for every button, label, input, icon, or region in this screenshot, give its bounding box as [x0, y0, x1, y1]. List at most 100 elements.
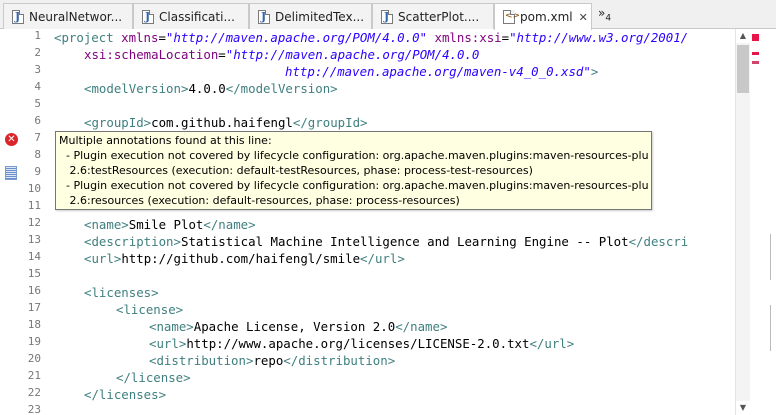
code-line[interactable]: <distribution>repo</distribution>: [149, 352, 395, 369]
scroll-down-arrow-icon[interactable]: ▼: [736, 401, 750, 415]
sash-grip: [770, 234, 776, 280]
xml-attribute: xmlns: [121, 30, 159, 45]
hidden-tab-count: 4: [605, 13, 612, 24]
xml-attribute: xmlns:xsi: [434, 30, 502, 45]
line-number: 13: [27, 233, 41, 246]
overview-error-indicator[interactable]: [752, 34, 759, 41]
line-number: 21: [27, 369, 41, 382]
xml-tag: <name>: [149, 319, 194, 334]
vertical-scrollbar[interactable]: [736, 43, 750, 401]
xml-tag: </license>: [116, 370, 191, 385]
code-line[interactable]: <name>Apache License, Version 2.0</name>: [149, 318, 447, 335]
xml-equals: =: [501, 30, 510, 45]
annotation-hover-popup: Multiple annotations found at this line:…: [55, 131, 652, 210]
line-number: 9: [34, 165, 41, 178]
line-number: 10: [27, 182, 41, 195]
overview-error-mark[interactable]: [752, 52, 759, 55]
xml-tag: <licenses>: [84, 285, 159, 300]
code-text-area[interactable]: <project xmlns="http://maven.apache.org/…: [54, 29, 735, 415]
xml-text: Smile Plot: [128, 217, 204, 232]
xml-tag: <groupId>: [84, 115, 152, 130]
xml-tag: <license>: [116, 302, 184, 317]
code-line[interactable]: </licenses>: [84, 386, 166, 403]
annotation-marker-icon[interactable]: [5, 166, 17, 180]
editor-tab-bar: J NeuralNetwor... J Classificati... J De…: [0, 0, 776, 30]
sash-grip: [770, 305, 776, 351]
line-number: 23: [27, 403, 41, 415]
line-number: 2: [34, 46, 41, 59]
tab-label: ScatterPlot....: [398, 9, 480, 24]
xml-value: "http://maven.apache.org/POM/4.0.0": [165, 30, 428, 45]
line-number: 15: [27, 267, 41, 280]
xml-tag: </licenses>: [84, 387, 167, 402]
error-marker-icon[interactable]: ✕: [5, 133, 18, 146]
line-number: 16: [27, 284, 41, 297]
line-number: 14: [27, 250, 41, 263]
line-number: 1: [34, 29, 41, 42]
line-number: 5: [34, 97, 41, 110]
code-line[interactable]: <licenses>: [84, 284, 159, 301]
xml-equals: =: [218, 47, 226, 62]
line-number: 11: [27, 199, 41, 212]
xml-tag: </modelVersion>: [225, 81, 338, 96]
code-line[interactable]: <license>: [116, 301, 183, 318]
tab-delimitedtext[interactable]: J DelimitedTex...: [249, 3, 372, 29]
line-number: 22: [27, 386, 41, 399]
line-number: 7: [34, 131, 41, 144]
xml-tag: </url>: [360, 251, 405, 266]
xml-text: com.github.haifengl: [151, 115, 293, 130]
xml-value: http://maven.apache.org/maven-v4_0_0.xsd…: [285, 64, 591, 79]
xml-tag: </descri: [628, 234, 689, 249]
line-number-ruler: 1 2 3 4 5 6 7 8 9 10 11 12 13 14 15 16 1…: [22, 29, 44, 415]
xml-text: Statistical Machine Intelligence and Lea…: [180, 234, 629, 249]
line-number: 12: [27, 216, 41, 229]
tab-pom-xml[interactable]: <> pom.xml ✕: [494, 3, 592, 30]
xml-tag: </url>: [529, 336, 575, 351]
xml-file-icon: <>: [503, 10, 520, 24]
java-file-icon: J: [142, 9, 154, 24]
line-number: 4: [34, 80, 41, 93]
close-icon[interactable]: ✕: [579, 11, 588, 24]
xml-attribute: xsi:schemaLocation: [84, 47, 219, 62]
xml-tag: <distribution>: [149, 353, 254, 368]
hover-line: - Plugin execution not covered by lifecy…: [59, 149, 648, 162]
xml-editor[interactable]: 1 2 3 4 5 6 7 8 9 10 11 12 13 14 15 16 1…: [0, 29, 735, 415]
xml-text: http://github.com/haifengl/smile: [121, 251, 361, 266]
xml-tag: <url>: [149, 336, 187, 351]
xml-equals: =: [158, 30, 166, 45]
code-line[interactable]: <project xmlns="http://maven.apache.org/…: [54, 29, 688, 46]
code-line[interactable]: <groupId>com.github.haifengl</groupId>: [84, 114, 368, 131]
java-file-icon: J: [12, 9, 24, 24]
code-line[interactable]: <description>Statistical Machine Intelli…: [84, 233, 688, 250]
tab-scatterplot[interactable]: J ScatterPlot....: [372, 3, 494, 29]
hover-line: Multiple annotations found at this line:: [59, 134, 272, 147]
scroll-up-arrow-icon[interactable]: ▲: [736, 29, 750, 43]
line-number: 6: [34, 114, 41, 127]
xml-value: "http://www.w3.org/2001/: [509, 30, 689, 45]
tab-label: DelimitedTex...: [275, 9, 365, 24]
code-line[interactable]: http://maven.apache.org/maven-v4_0_0.xsd…: [285, 63, 598, 80]
line-number: 18: [27, 318, 41, 331]
code-line[interactable]: xsi:schemaLocation="http://maven.apache.…: [84, 46, 479, 63]
tab-overflow-button[interactable]: »4: [598, 6, 611, 23]
code-line[interactable]: <url>http://www.apache.org/licenses/LICE…: [149, 335, 574, 352]
overview-error-mark[interactable]: [752, 61, 759, 64]
line-number: 20: [27, 352, 41, 365]
tab-label: NeuralNetwor...: [29, 9, 123, 24]
xml-tag: <name>: [84, 217, 129, 232]
line-number: 19: [27, 335, 41, 348]
code-line[interactable]: </license>: [116, 369, 191, 386]
scrollbar-thumb[interactable]: [737, 45, 749, 93]
tab-label: pom.xml: [520, 10, 573, 24]
xml-tag: <project: [54, 30, 122, 45]
tab-neuralnetwork[interactable]: J NeuralNetwor...: [3, 3, 133, 29]
vertical-ruler[interactable]: [0, 29, 22, 415]
code-line[interactable]: <url>http://github.com/haifengl/smile</u…: [84, 250, 405, 267]
hover-line: 2.6:resources (execution: default-resour…: [59, 194, 460, 207]
code-line[interactable]: <modelVersion>4.0.0</modelVersion>: [84, 80, 338, 97]
code-line[interactable]: <name>Smile Plot</name>: [84, 216, 256, 233]
tab-classification[interactable]: J Classificati...: [133, 3, 249, 29]
java-file-icon: J: [258, 9, 270, 24]
line-number: 3: [34, 63, 41, 76]
hover-line: 2.6:testResources (execution: default-te…: [59, 164, 533, 177]
